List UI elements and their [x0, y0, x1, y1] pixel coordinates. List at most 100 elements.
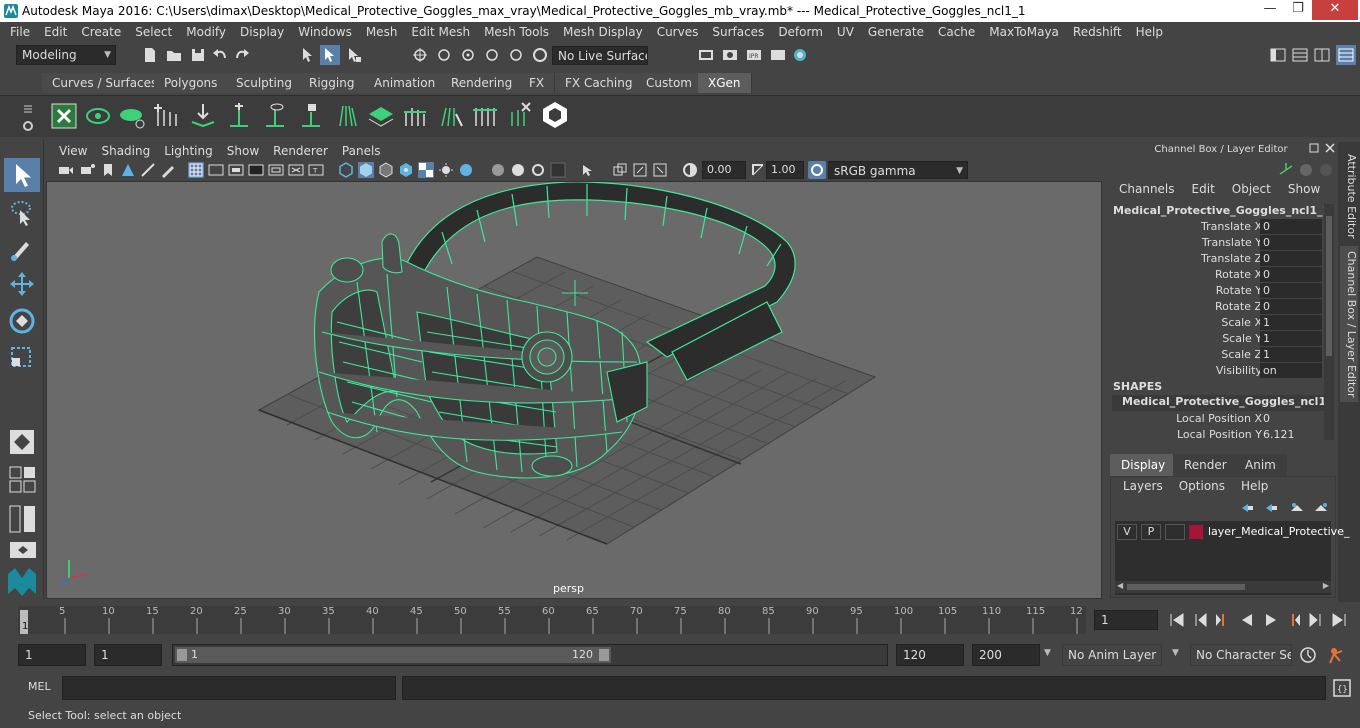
attr-value[interactable]: 6.121	[1260, 427, 1322, 442]
xgen-show-guides-icon[interactable]	[260, 100, 290, 130]
menu-mesh-display[interactable]: Mesh Display	[557, 25, 651, 39]
channel-box-manipulator-icon[interactable]	[1278, 162, 1294, 178]
render-frame-icon[interactable]	[720, 45, 740, 65]
snap-surface-icon[interactable]	[506, 45, 526, 65]
camera-attributes-icon[interactable]	[80, 162, 96, 178]
close-button[interactable]: ✕	[1312, 0, 1358, 20]
scroll-right-icon[interactable]: ▶	[1323, 581, 1329, 590]
xgen-guides-icon[interactable]	[332, 100, 362, 130]
viewport-menu-renderer[interactable]: Renderer	[266, 144, 335, 158]
xgen-add-guides-icon[interactable]	[152, 100, 182, 130]
shelf-tab-sculpting[interactable]: Sculpting	[226, 73, 304, 93]
channel-box-toggle-icon[interactable]	[1336, 45, 1356, 65]
layer-tab-display[interactable]: Display	[1110, 454, 1177, 476]
select-component-icon[interactable]	[344, 45, 364, 65]
menu-generate[interactable]: Generate	[862, 25, 932, 39]
attr-value[interactable]: 0	[1260, 251, 1322, 266]
shelf-tab-custom[interactable]: Custom	[636, 73, 703, 93]
channel-box-menu-channels[interactable]: Channels	[1110, 182, 1183, 200]
attr-value[interactable]: 1	[1260, 331, 1322, 346]
anim-layer-dropdown[interactable]: No Anim Layer	[1062, 644, 1162, 666]
maya-home-icon[interactable]	[4, 564, 40, 598]
exposure-icon[interactable]	[682, 162, 698, 178]
range-end-handle[interactable]	[599, 649, 609, 661]
attr-scale-z[interactable]: Scale Z1	[1108, 347, 1324, 363]
mode-dropdown[interactable]: Modeling ▼	[16, 45, 116, 65]
layer-color-swatch[interactable]	[1189, 525, 1203, 539]
perspective-viewport[interactable]: persp	[46, 181, 1102, 599]
open-scene-icon[interactable]	[164, 45, 184, 65]
layer-visibility-toggle[interactable]: V	[1117, 524, 1137, 540]
textured-icon[interactable]	[398, 162, 414, 178]
menu-help[interactable]: Help	[1130, 25, 1171, 39]
channel-box-speed-icon[interactable]	[1298, 162, 1314, 178]
xray-active-components-icon[interactable]	[632, 162, 648, 178]
toggle-layout-2-icon[interactable]	[1312, 45, 1332, 65]
channel-box-scrollbar[interactable]	[1324, 204, 1334, 440]
xgen-cut-icon[interactable]	[470, 100, 500, 130]
shelf-menu-icon[interactable]	[22, 102, 34, 116]
playback-start-field[interactable]: 1	[94, 644, 162, 666]
select-object-icon[interactable]	[320, 45, 340, 65]
toggle-layout-1-icon[interactable]	[1290, 45, 1310, 65]
field-chart-icon[interactable]	[268, 162, 284, 178]
attr-value[interactable]: on	[1260, 363, 1322, 378]
shelf-tab-xgen[interactable]: XGen	[698, 73, 752, 93]
xgen-preview-icon[interactable]	[84, 102, 112, 130]
graph-layout-icon[interactable]	[4, 540, 40, 560]
script-editor-icon[interactable]: {}	[1332, 678, 1352, 698]
attr-local-position-x[interactable]: Local Position X0	[1108, 411, 1324, 427]
shelf-tab-rigging[interactable]: Rigging	[299, 73, 366, 93]
attr-scale-x[interactable]: Scale X1	[1108, 315, 1324, 331]
snap-point-icon[interactable]	[458, 45, 478, 65]
layer-name[interactable]: layer_Medical_Protective_	[1208, 525, 1349, 538]
float-panel-icon[interactable]	[1308, 142, 1320, 154]
wireframe-icon[interactable]	[338, 162, 354, 178]
close-panel-icon[interactable]	[1324, 142, 1336, 154]
attr-rotate-z[interactable]: Rotate Z0	[1108, 299, 1324, 315]
channel-box-menu-show[interactable]: Show	[1279, 182, 1328, 200]
four-view-layout-icon[interactable]	[4, 464, 40, 494]
shelf-tab-fx-caching[interactable]: FX Caching	[555, 73, 644, 93]
attr-value[interactable]: 0	[1260, 283, 1322, 298]
color-management-icon[interactable]	[808, 161, 826, 179]
grease-pencil-icon[interactable]	[160, 162, 176, 178]
animation-preferences-icon[interactable]	[1326, 645, 1348, 665]
snap-curve-icon[interactable]	[434, 45, 454, 65]
xgen-place-guide-icon[interactable]	[188, 100, 218, 130]
step-back-icon[interactable]	[1192, 612, 1210, 628]
scrollbar-thumb[interactable]	[1127, 584, 1245, 590]
move-tool-icon[interactable]	[4, 268, 40, 302]
depth-of-field-icon[interactable]	[530, 162, 546, 178]
step-forward-icon[interactable]	[1306, 612, 1324, 628]
layer-display-type-toggle[interactable]	[1165, 524, 1185, 540]
viewport-menu-lighting[interactable]: Lighting	[157, 144, 220, 158]
xgen-interactive-groom-icon[interactable]	[540, 100, 570, 130]
step-forward-key-icon[interactable]	[1284, 612, 1302, 628]
attr-value[interactable]: 1	[1260, 347, 1322, 362]
layer-tab-render[interactable]: Render	[1173, 454, 1238, 476]
menu-maxtomaya[interactable]: MaxToMaya	[983, 25, 1067, 39]
view-transform-dropdown[interactable]: sRGB gamma ▼	[828, 161, 968, 179]
layer-row[interactable]: V P layer_Medical_Protective_	[1115, 523, 1349, 541]
screen-space-ao-icon[interactable]	[458, 162, 474, 178]
attr-rotate-y[interactable]: Rotate Y0	[1108, 283, 1324, 299]
layer-list-hscrollbar[interactable]: ◀ ▶	[1115, 581, 1331, 593]
attr-value[interactable]: 0	[1260, 267, 1322, 282]
select-tool-icon[interactable]	[4, 158, 40, 192]
live-surface-field[interactable]: No Live Surface	[552, 46, 648, 65]
multisample-aa-icon[interactable]	[510, 162, 526, 178]
xgen-editor-icon[interactable]	[50, 102, 78, 130]
shelf-tab-fx[interactable]: FX	[519, 73, 556, 93]
xray-joints-icon[interactable]	[612, 162, 628, 178]
gamma-icon[interactable]	[750, 162, 766, 178]
go-to-end-icon[interactable]	[1330, 612, 1348, 628]
layer-menu-help[interactable]: Help	[1241, 479, 1268, 493]
smooth-shade-icon[interactable]	[358, 162, 374, 178]
command-input[interactable]	[62, 676, 396, 700]
rotate-tool-icon[interactable]	[4, 304, 40, 338]
gate-mask-icon[interactable]	[248, 162, 264, 178]
layer-menu-options[interactable]: Options	[1179, 479, 1225, 493]
attr-visibility[interactable]: Visibility on	[1108, 363, 1324, 379]
menu-uv[interactable]: UV	[831, 25, 862, 39]
